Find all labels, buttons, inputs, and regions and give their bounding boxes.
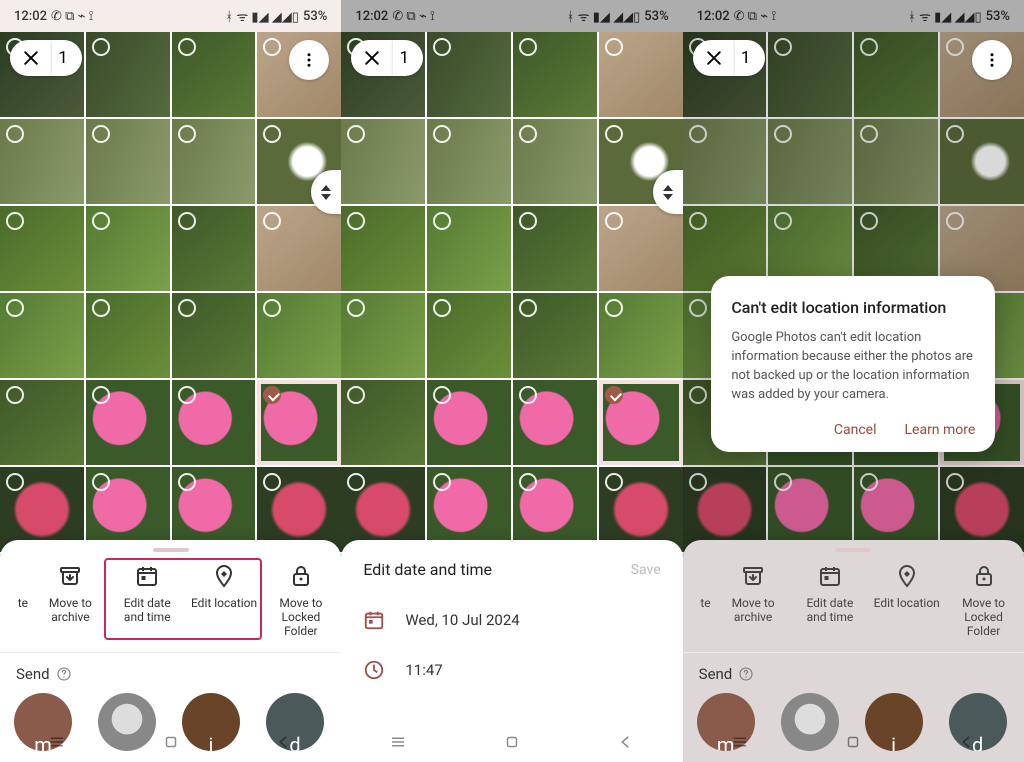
action-edit-date-time[interactable]: Edit date and time (109, 564, 186, 638)
select-circle[interactable] (178, 212, 196, 230)
action-delete-partial[interactable]: te (2, 564, 32, 638)
sheet-title: Edit date and time (363, 560, 492, 579)
select-circle[interactable] (92, 38, 110, 56)
status-bar: 12:02 ✆ ⧉ ⌁ ⟟ ᚼ ᯤ ▮◢ ◢◢▯53% (0, 0, 341, 32)
status-time: 12:02 (697, 9, 730, 24)
select-circle[interactable] (92, 125, 110, 143)
selection-bar: 1 (10, 40, 82, 76)
action-move-to-locked-folder[interactable]: Move to Locked Folder (262, 564, 339, 638)
dialog-learn-more-button[interactable]: Learn more (904, 422, 975, 438)
nav-recents-icon[interactable] (731, 733, 749, 751)
status-bar: 12:02 ✆ ⧉ ⌁ ⟟ ᚼ ᯤ ▮◢ ◢◢▯53% (683, 0, 1024, 32)
action-edit-location[interactable]: Edit location (186, 564, 263, 638)
close-selection-button[interactable] (693, 40, 735, 76)
android-navbar (0, 722, 341, 762)
location-edit-error-dialog: Can't edit location information Google P… (711, 276, 995, 452)
select-circle[interactable] (178, 38, 196, 56)
selected-check-icon[interactable] (263, 386, 281, 404)
android-navbar (341, 722, 682, 762)
select-circle[interactable] (6, 473, 24, 491)
select-circle[interactable] (6, 386, 24, 404)
status-battery: 53% (644, 9, 668, 24)
select-circle[interactable] (178, 386, 196, 404)
select-circle[interactable] (6, 212, 24, 230)
dialog-body: Google Photos can't edit location inform… (731, 329, 975, 404)
nav-home-icon[interactable] (162, 733, 180, 751)
status-time: 12:02 (14, 9, 47, 24)
status-time: 12:02 (355, 9, 388, 24)
calendar-icon (363, 609, 385, 631)
close-selection-button[interactable] (10, 40, 52, 76)
save-button[interactable]: Save (631, 562, 661, 578)
select-circle[interactable] (178, 125, 196, 143)
help-icon[interactable] (56, 666, 72, 682)
select-circle[interactable] (92, 386, 110, 404)
selection-count: 1 (735, 40, 765, 76)
edit-location-icon (212, 564, 236, 588)
select-circle[interactable] (92, 473, 110, 491)
nav-recents-icon[interactable] (48, 733, 66, 751)
select-circle[interactable] (6, 299, 24, 317)
nav-home-icon[interactable] (844, 733, 862, 751)
date-value: Wed, 10 Jul 2024 (405, 611, 519, 629)
send-section-header: Send (0, 653, 341, 693)
dialog-title: Can't edit location information (731, 298, 975, 317)
lock-icon (289, 564, 313, 588)
status-battery: 53% (986, 9, 1010, 24)
android-navbar (683, 722, 1024, 762)
nav-recents-icon[interactable] (389, 733, 407, 751)
selected-photo[interactable] (257, 380, 341, 465)
select-circle[interactable] (6, 125, 24, 143)
close-selection-button[interactable] (351, 40, 393, 76)
selection-count: 1 (52, 40, 82, 76)
nav-back-icon[interactable] (275, 733, 293, 751)
calendar-icon (135, 564, 159, 588)
select-circle[interactable] (178, 473, 196, 491)
action-move-to-archive[interactable]: Move to archive (32, 564, 109, 638)
date-row[interactable]: Wed, 10 Jul 2024 (341, 595, 682, 645)
nav-home-icon[interactable] (503, 733, 521, 751)
sheet-handle[interactable] (153, 548, 189, 552)
select-circle[interactable] (92, 212, 110, 230)
archive-icon (58, 564, 82, 588)
time-value: 11:47 (405, 661, 442, 679)
select-circle[interactable] (178, 299, 196, 317)
clock-icon (363, 659, 385, 681)
status-battery: 53% (303, 9, 327, 24)
time-row[interactable]: 11:47 (341, 645, 682, 695)
nav-back-icon[interactable] (958, 733, 976, 751)
overflow-menu-button[interactable] (972, 40, 1012, 80)
selection-count: 1 (393, 40, 423, 76)
select-circle[interactable] (92, 299, 110, 317)
status-bar: 12:02 ✆ ⧉ ⌁ ⟟ ᚼ ᯤ ▮◢ ◢◢▯53% (341, 0, 682, 32)
dialog-cancel-button[interactable]: Cancel (834, 422, 877, 438)
nav-back-icon[interactable] (617, 733, 635, 751)
